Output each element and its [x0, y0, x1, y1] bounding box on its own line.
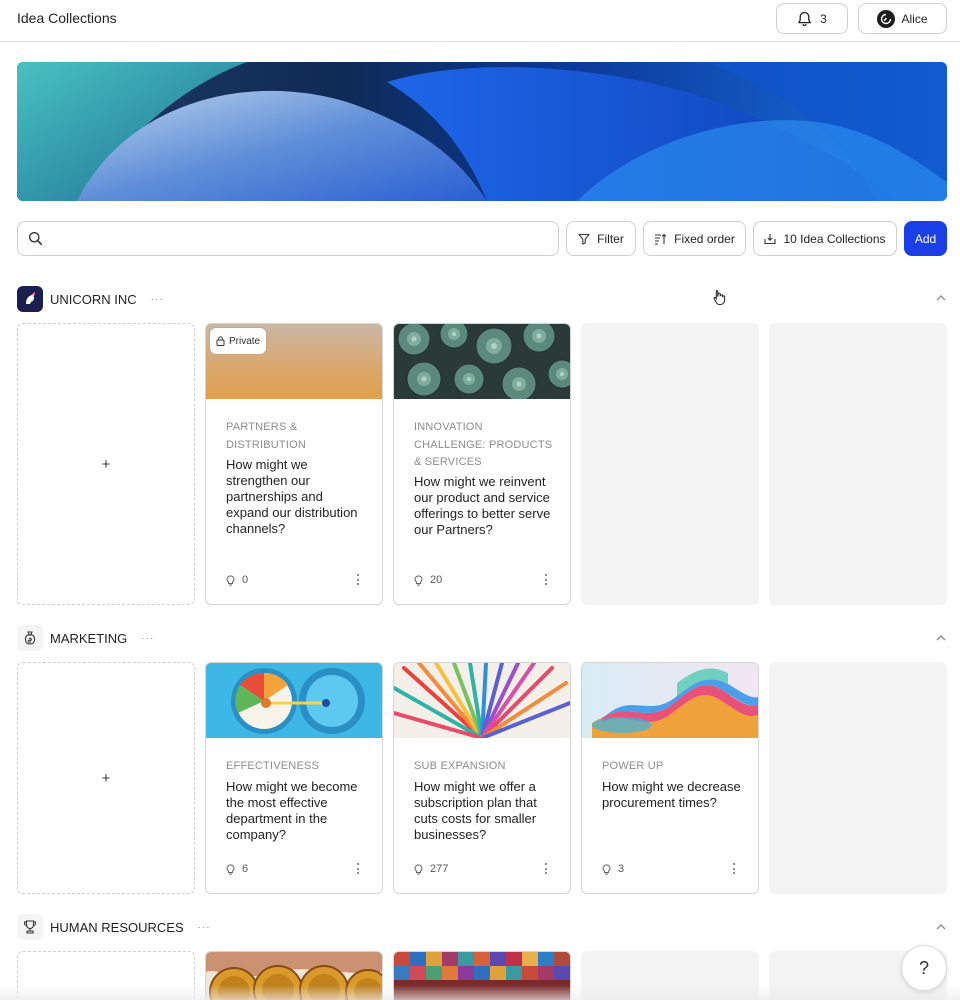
collection-card[interactable]: SUB EXPANSION How might we offer a subsc…: [393, 662, 571, 894]
color-fan-image: [394, 663, 570, 738]
card-question: How might we offer a subscription plan t…: [414, 779, 537, 842]
card-menu-icon[interactable]: [545, 574, 548, 585]
gauges-image: [206, 663, 382, 738]
filter-button[interactable]: Filter: [566, 221, 636, 256]
section-title: UNICORN INC: [50, 291, 137, 307]
add-collection-card[interactable]: +: [17, 662, 195, 894]
card-menu-icon[interactable]: [545, 863, 548, 874]
scroll-fade: [0, 985, 960, 1000]
unicorn-logo-icon: [17, 286, 43, 312]
lightbulb-icon: [414, 574, 423, 585]
avatar-icon: [881, 13, 892, 24]
collection-card[interactable]: EFFECTIVENESS How might we become the mo…: [205, 662, 383, 894]
private-label: Private: [229, 335, 261, 347]
private-badge: Private: [210, 328, 267, 354]
section-more-button[interactable]: ···: [141, 633, 154, 644]
lock-icon: [216, 336, 225, 346]
idea-count: 277: [430, 863, 449, 875]
section-title: HUMAN RESOURCES: [50, 919, 184, 935]
empty-card-slot: [581, 323, 759, 605]
chevron-up-icon[interactable]: [936, 294, 946, 301]
hero-banner: [17, 62, 947, 201]
filter-label: Filter: [597, 231, 624, 246]
notification-count: 3: [820, 11, 827, 26]
section-header-marketing: MARKETING ···: [17, 625, 154, 651]
card-category: INNOVATION CHALLENGE: PRODUCTS & SERVICE…: [414, 421, 553, 468]
download-tray-icon: [764, 233, 777, 244]
sort-icon: [655, 233, 667, 245]
add-button[interactable]: Add: [904, 221, 947, 256]
search-input[interactable]: [54, 227, 549, 251]
fixed-order-button[interactable]: Fixed order: [643, 221, 746, 256]
chevron-up-icon[interactable]: [936, 634, 946, 641]
avatar: [877, 9, 896, 28]
filter-icon: [578, 233, 590, 245]
card-category: POWER UP: [602, 760, 664, 772]
card-footer: 3: [602, 862, 742, 876]
trophy-icon: [17, 914, 43, 940]
lightbulb-icon: [602, 863, 611, 874]
card-question: How might we strengthen our partnerships…: [226, 457, 358, 536]
idea-count: 0: [242, 574, 249, 586]
hand-cursor-icon: [713, 290, 726, 305]
search-icon: [29, 232, 43, 246]
card-footer: 277: [414, 862, 554, 876]
lightbulb-icon: [226, 863, 235, 874]
bell-icon: [798, 11, 812, 26]
section-more-button[interactable]: ···: [151, 294, 164, 305]
help-button[interactable]: ?: [901, 945, 947, 991]
card-question: How might we become the most effective d…: [226, 779, 358, 842]
card-category: PARTNERS & DISTRIBUTION: [226, 421, 307, 451]
succulents-image: [394, 324, 570, 399]
card-footer: 20: [414, 573, 554, 587]
top-bar: Idea Collections 3 Alice: [0, 0, 960, 42]
add-collection-card[interactable]: +: [17, 323, 195, 605]
search-box[interactable]: [17, 221, 559, 256]
order-label: Fixed order: [674, 231, 735, 246]
section-header-unicorn-inc: UNICORN INC ···: [17, 286, 164, 312]
empty-card-slot: [769, 662, 947, 894]
user-name: Alice: [901, 11, 928, 26]
page-title: Idea Collections: [17, 10, 117, 26]
wavy-3d-image: [582, 663, 758, 738]
money-bag-icon: [17, 625, 43, 651]
card-question: How might we reinvent our product and se…: [414, 474, 551, 537]
idea-count: 6: [242, 863, 249, 875]
section-header-human-resources: HUMAN RESOURCES ···: [17, 914, 211, 940]
collections-count: 10 Idea Collections: [783, 231, 886, 246]
card-menu-icon[interactable]: [357, 574, 360, 585]
card-footer: 6: [226, 862, 366, 876]
chevron-up-icon[interactable]: [936, 923, 946, 930]
idea-count: 3: [618, 863, 625, 875]
collection-card[interactable]: POWER UP How might we decrease procureme…: [581, 662, 759, 894]
card-footer: 0: [226, 573, 366, 587]
section-more-button[interactable]: ···: [198, 922, 211, 933]
lightbulb-icon: [226, 574, 235, 585]
collection-card[interactable]: INNOVATION CHALLENGE: PRODUCTS & SERVICE…: [393, 323, 571, 605]
card-category: SUB EXPANSION: [414, 760, 506, 772]
card-category: EFFECTIVENESS: [226, 760, 320, 772]
lightbulb-icon: [414, 863, 423, 874]
card-menu-icon[interactable]: [733, 863, 736, 874]
collections-count-button[interactable]: 10 Idea Collections: [753, 221, 897, 256]
collection-card[interactable]: Private PARTNERS & DISTRIBUTION How migh…: [205, 323, 383, 605]
user-menu-button[interactable]: Alice: [858, 3, 947, 34]
idea-count: 20: [430, 574, 443, 586]
notifications-button[interactable]: 3: [776, 3, 848, 34]
section-title: MARKETING: [50, 630, 128, 646]
card-question: How might we decrease procurement times?: [602, 779, 741, 810]
card-menu-icon[interactable]: [357, 863, 360, 874]
empty-card-slot: [769, 323, 947, 605]
